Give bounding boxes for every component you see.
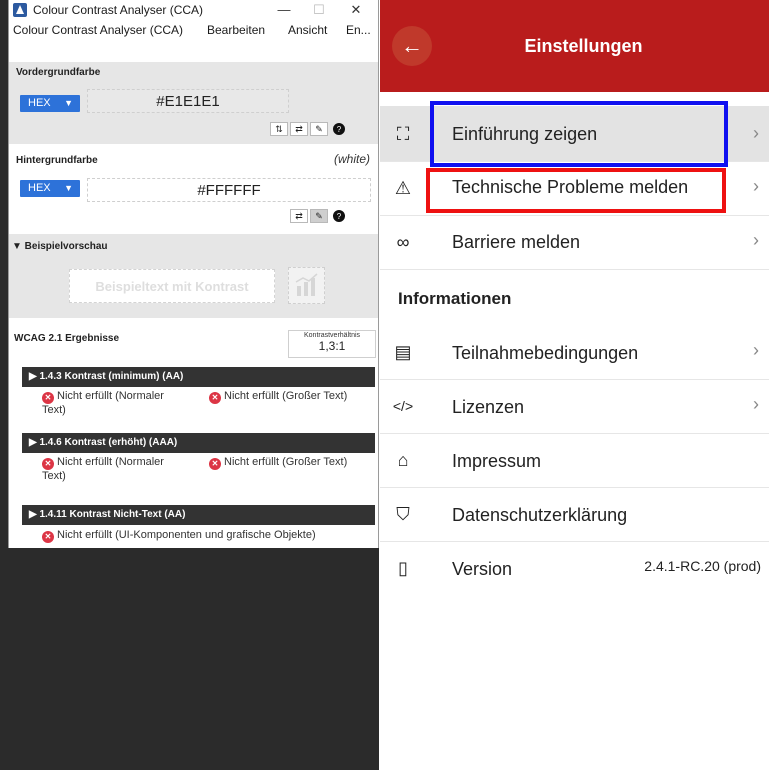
sample-text-preview: Beispieltext mit Kontrast: [69, 269, 275, 303]
results-label: WCAG 2.1 Ergebnisse: [14, 333, 120, 344]
chevron-right-icon: ›: [753, 230, 759, 250]
criterion-1-4-3-normal-result: ✕ Nicht erfüllt (Normaler Text): [42, 390, 182, 416]
criterion-1-4-6-normal-result: ✕ Nicht erfüllt (Normaler Text): [42, 456, 182, 482]
section-header-informationen: Informationen: [398, 289, 512, 308]
cca-titlebar: Colour Contrast Analyser (CCA) — ☐ ✕: [9, 0, 378, 20]
chart-preview-icon: [288, 267, 325, 304]
bank-icon: ⌂: [397, 450, 409, 470]
criterion-1-4-11-result: ✕ Nicht erfüllt (UI-Komponenten und grafi…: [42, 529, 382, 543]
presentation-icon: ⛶: [396, 124, 410, 144]
background-color-name: (white): [333, 152, 370, 166]
foreground-format-value: HEX: [28, 97, 51, 109]
menu-ansicht[interactable]: Ansicht: [288, 23, 327, 37]
result-text: Nicht erfüllt (UI-Komponenten und grafis…: [57, 529, 316, 541]
result-text: Nicht erfüllt (Normaler Text): [42, 456, 164, 482]
code-icon: </>: [392, 398, 414, 414]
cca-background: Colour Contrast Analyser (CCA) — ☐ ✕ Col…: [0, 0, 379, 770]
glasses-icon: ∞: [396, 232, 410, 252]
foreground-hex-input[interactable]: #E1E1E1: [87, 89, 289, 113]
preview-toggle[interactable]: ▼ Beispielvorschau: [12, 241, 108, 252]
app-header: ← Einstellungen: [380, 0, 769, 92]
contrast-ratio-value: 1,3:1: [318, 339, 346, 353]
result-text: Nicht erfüllt (Großer Text): [224, 390, 348, 402]
close-button[interactable]: ✕: [339, 0, 373, 20]
fail-icon: ✕: [209, 458, 221, 470]
background-label: Hintergrundfarbe: [16, 155, 98, 166]
minimize-button[interactable]: —: [267, 0, 301, 20]
criterion-1-4-3-large-result: ✕ Nicht erfüllt (Großer Text): [209, 390, 379, 404]
shield-icon: ⛉: [396, 504, 410, 524]
contrast-ratio-label: Kontrastverhältnis: [303, 332, 361, 339]
fail-icon: ✕: [209, 392, 221, 404]
warning-icon: ⚠: [394, 178, 412, 198]
chevron-down-icon: ▼: [64, 98, 73, 108]
background-format-value: HEX: [28, 182, 51, 194]
cca-app-icon: [13, 3, 27, 17]
fail-icon: ✕: [42, 531, 54, 543]
highlight-box-red: [426, 168, 726, 213]
result-text: Nicht erfüllt (Normaler Text): [42, 390, 164, 416]
adjust-icon[interactable]: ⇄: [290, 122, 308, 136]
fail-icon: ✕: [42, 392, 54, 404]
list-item-label: Version: [452, 559, 513, 579]
maximize-button[interactable]: ☐: [302, 0, 336, 20]
background-format-select[interactable]: HEX ▼: [20, 180, 80, 197]
help-icon[interactable]: ?: [333, 210, 345, 222]
adjust-icon[interactable]: ⇄: [290, 209, 308, 223]
cca-menubar: Colour Contrast Analyser (CCA) Bearbeite…: [9, 20, 378, 40]
chevron-down-icon: ▼: [64, 183, 73, 193]
book-icon: ▤: [394, 342, 412, 362]
list-item-barriere[interactable]: ∞ Barriere melden ›: [380, 216, 769, 270]
list-item-label: Barriere melden: [452, 232, 581, 252]
version-value: 2.4.1-RC.20 (prod): [644, 558, 761, 574]
cca-window-title: Colour Contrast Analyser (CCA): [33, 3, 204, 17]
eyedropper-icon[interactable]: ✎: [310, 209, 328, 223]
list-item-datenschutz[interactable]: ⛉ Datenschutzerklärung: [380, 488, 769, 542]
swap-colors-icon[interactable]: ⇅: [270, 122, 288, 136]
phone-icon: ▯: [398, 558, 408, 578]
list-item-teilnahmebedingungen[interactable]: ▤ Teilnahmebedingungen ›: [380, 326, 769, 380]
list-item-label: Impressum: [452, 451, 542, 471]
criterion-1-4-3[interactable]: ▶ 1.4.3 Kontrast (minimum) (AA): [22, 367, 375, 387]
criterion-1-4-6[interactable]: ▶ 1.4.6 Kontrast (erhöht) (AAA): [22, 433, 375, 453]
menu-bearbeiten[interactable]: Bearbeiten: [207, 23, 265, 37]
contrast-ratio-box: Kontrastverhältnis 1,3:1: [288, 330, 376, 358]
list-item-impressum[interactable]: ⌂ Impressum: [380, 434, 769, 488]
list-item-label: Teilnahmebedingungen: [452, 343, 639, 363]
foreground-format-select[interactable]: HEX ▼: [20, 95, 80, 112]
chevron-right-icon: ›: [753, 123, 759, 143]
criterion-1-4-6-large-result: ✕ Nicht erfüllt (Großer Text): [209, 456, 379, 470]
foreground-toolbox: ⇅ ⇄ ✎ ?: [270, 122, 348, 136]
background-hex-input[interactable]: #FFFFFF: [87, 178, 371, 202]
list-item-label: Datenschutzerklärung: [452, 505, 628, 525]
eyedropper-icon[interactable]: ✎: [310, 122, 328, 136]
chevron-right-icon: ›: [753, 340, 759, 360]
page-title: Einstellungen: [524, 36, 643, 56]
menu-app[interactable]: Colour Contrast Analyser (CCA): [13, 23, 183, 37]
list-item-label: Lizenzen: [452, 397, 525, 417]
list-item-lizenzen[interactable]: </> Lizenzen ›: [380, 380, 769, 434]
background-toolbox: ⇄ ✎ ?: [290, 209, 348, 223]
foreground-label: Vordergrundfarbe: [16, 67, 101, 78]
menu-more[interactable]: En...: [346, 23, 371, 37]
chevron-right-icon: ›: [753, 176, 759, 196]
highlight-box-blue: [430, 101, 728, 167]
chevron-right-icon: ›: [753, 394, 759, 414]
cca-window: Colour Contrast Analyser (CCA) — ☐ ✕ Col…: [8, 0, 379, 548]
criterion-1-4-11[interactable]: ▶ 1.4.11 Kontrast Nicht-Text (AA): [22, 505, 375, 525]
list-item-version: ▯ Version 2.4.1-RC.20 (prod): [380, 542, 769, 596]
result-text: Nicht erfüllt (Großer Text): [224, 456, 348, 468]
help-icon[interactable]: ?: [333, 123, 345, 135]
fail-icon: ✕: [42, 458, 54, 470]
